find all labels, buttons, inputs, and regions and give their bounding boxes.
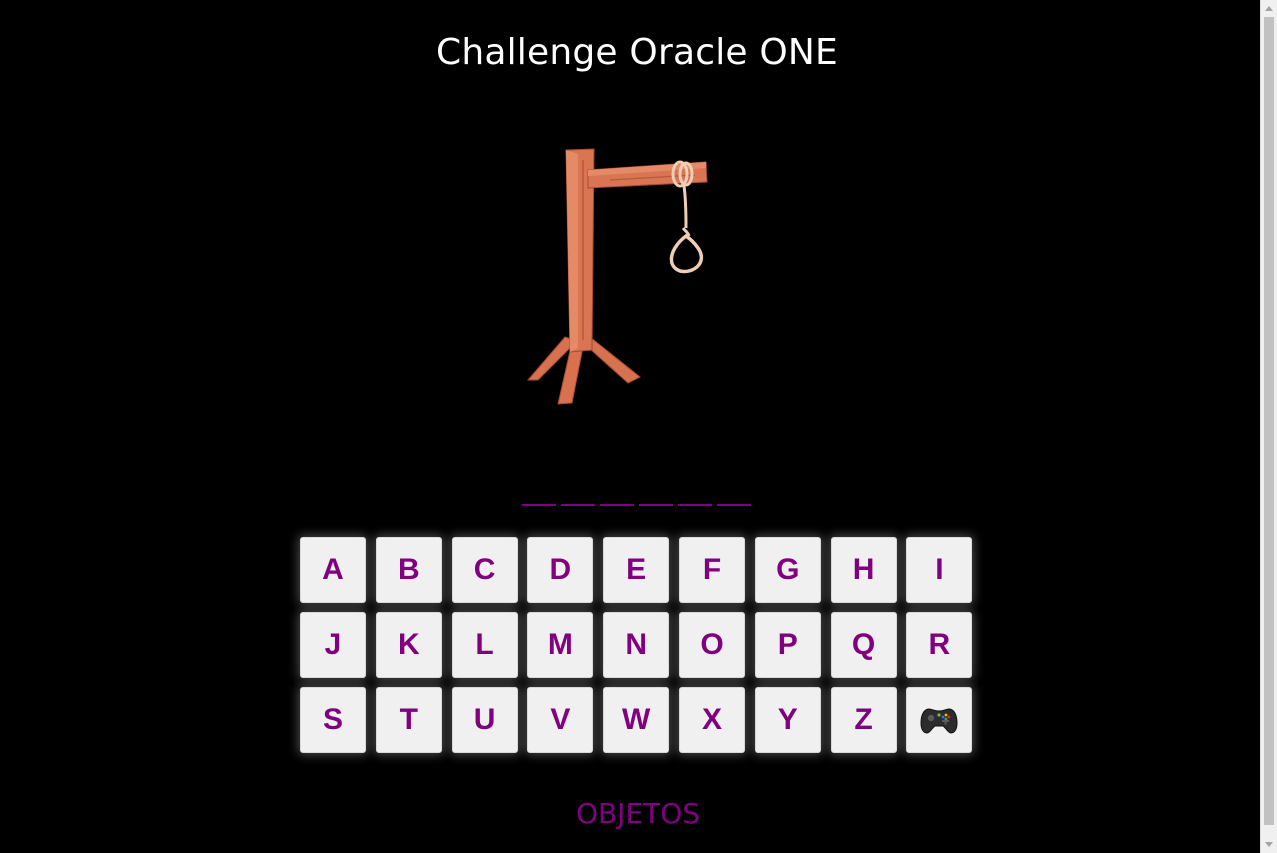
letter-slot xyxy=(522,478,556,506)
category-label: OBJETOS xyxy=(575,797,701,830)
key-t[interactable]: T xyxy=(375,687,442,753)
key-p[interactable]: P xyxy=(754,612,821,678)
key-i[interactable]: I xyxy=(906,537,973,603)
key-m[interactable]: M xyxy=(527,612,594,678)
scroll-thumb[interactable] xyxy=(1264,17,1274,825)
key-x[interactable]: X xyxy=(678,687,745,753)
hidden-word xyxy=(522,478,751,508)
key-u[interactable]: U xyxy=(451,687,518,753)
vertical-scrollbar[interactable] xyxy=(1260,0,1277,853)
key-s[interactable]: S xyxy=(300,687,366,753)
gallows-noose-icon xyxy=(520,140,720,410)
new-game-button[interactable] xyxy=(906,687,973,753)
letter-slot xyxy=(678,478,712,506)
key-j[interactable]: J xyxy=(300,612,366,678)
scroll-down-icon[interactable] xyxy=(1265,842,1273,847)
key-a[interactable]: A xyxy=(300,537,366,603)
key-b[interactable]: B xyxy=(375,537,442,603)
game-page: Challenge Oracle ONE A B C D E F G H I J… xyxy=(0,0,1260,853)
key-d[interactable]: D xyxy=(527,537,594,603)
key-n[interactable]: N xyxy=(603,612,670,678)
scroll-up-icon[interactable] xyxy=(1265,6,1273,11)
key-c[interactable]: C xyxy=(451,537,518,603)
key-l[interactable]: L xyxy=(451,612,518,678)
letter-slot xyxy=(600,478,634,506)
gamepad-icon xyxy=(920,706,958,734)
key-k[interactable]: K xyxy=(375,612,442,678)
key-y[interactable]: Y xyxy=(754,687,821,753)
letter-keyboard: A B C D E F G H I J K L M N O P Q R S T … xyxy=(300,537,973,753)
page-title: Challenge Oracle ONE xyxy=(435,32,839,73)
key-h[interactable]: H xyxy=(830,537,897,603)
key-r[interactable]: R xyxy=(906,612,973,678)
key-v[interactable]: V xyxy=(527,687,594,753)
key-g[interactable]: G xyxy=(754,537,821,603)
letter-slot xyxy=(561,478,595,506)
key-f[interactable]: F xyxy=(678,537,745,603)
key-z[interactable]: Z xyxy=(830,687,897,753)
key-o[interactable]: O xyxy=(678,612,745,678)
letter-slot xyxy=(717,478,751,506)
key-q[interactable]: Q xyxy=(830,612,897,678)
key-e[interactable]: E xyxy=(603,537,670,603)
key-w[interactable]: W xyxy=(603,687,670,753)
letter-slot xyxy=(639,478,673,506)
